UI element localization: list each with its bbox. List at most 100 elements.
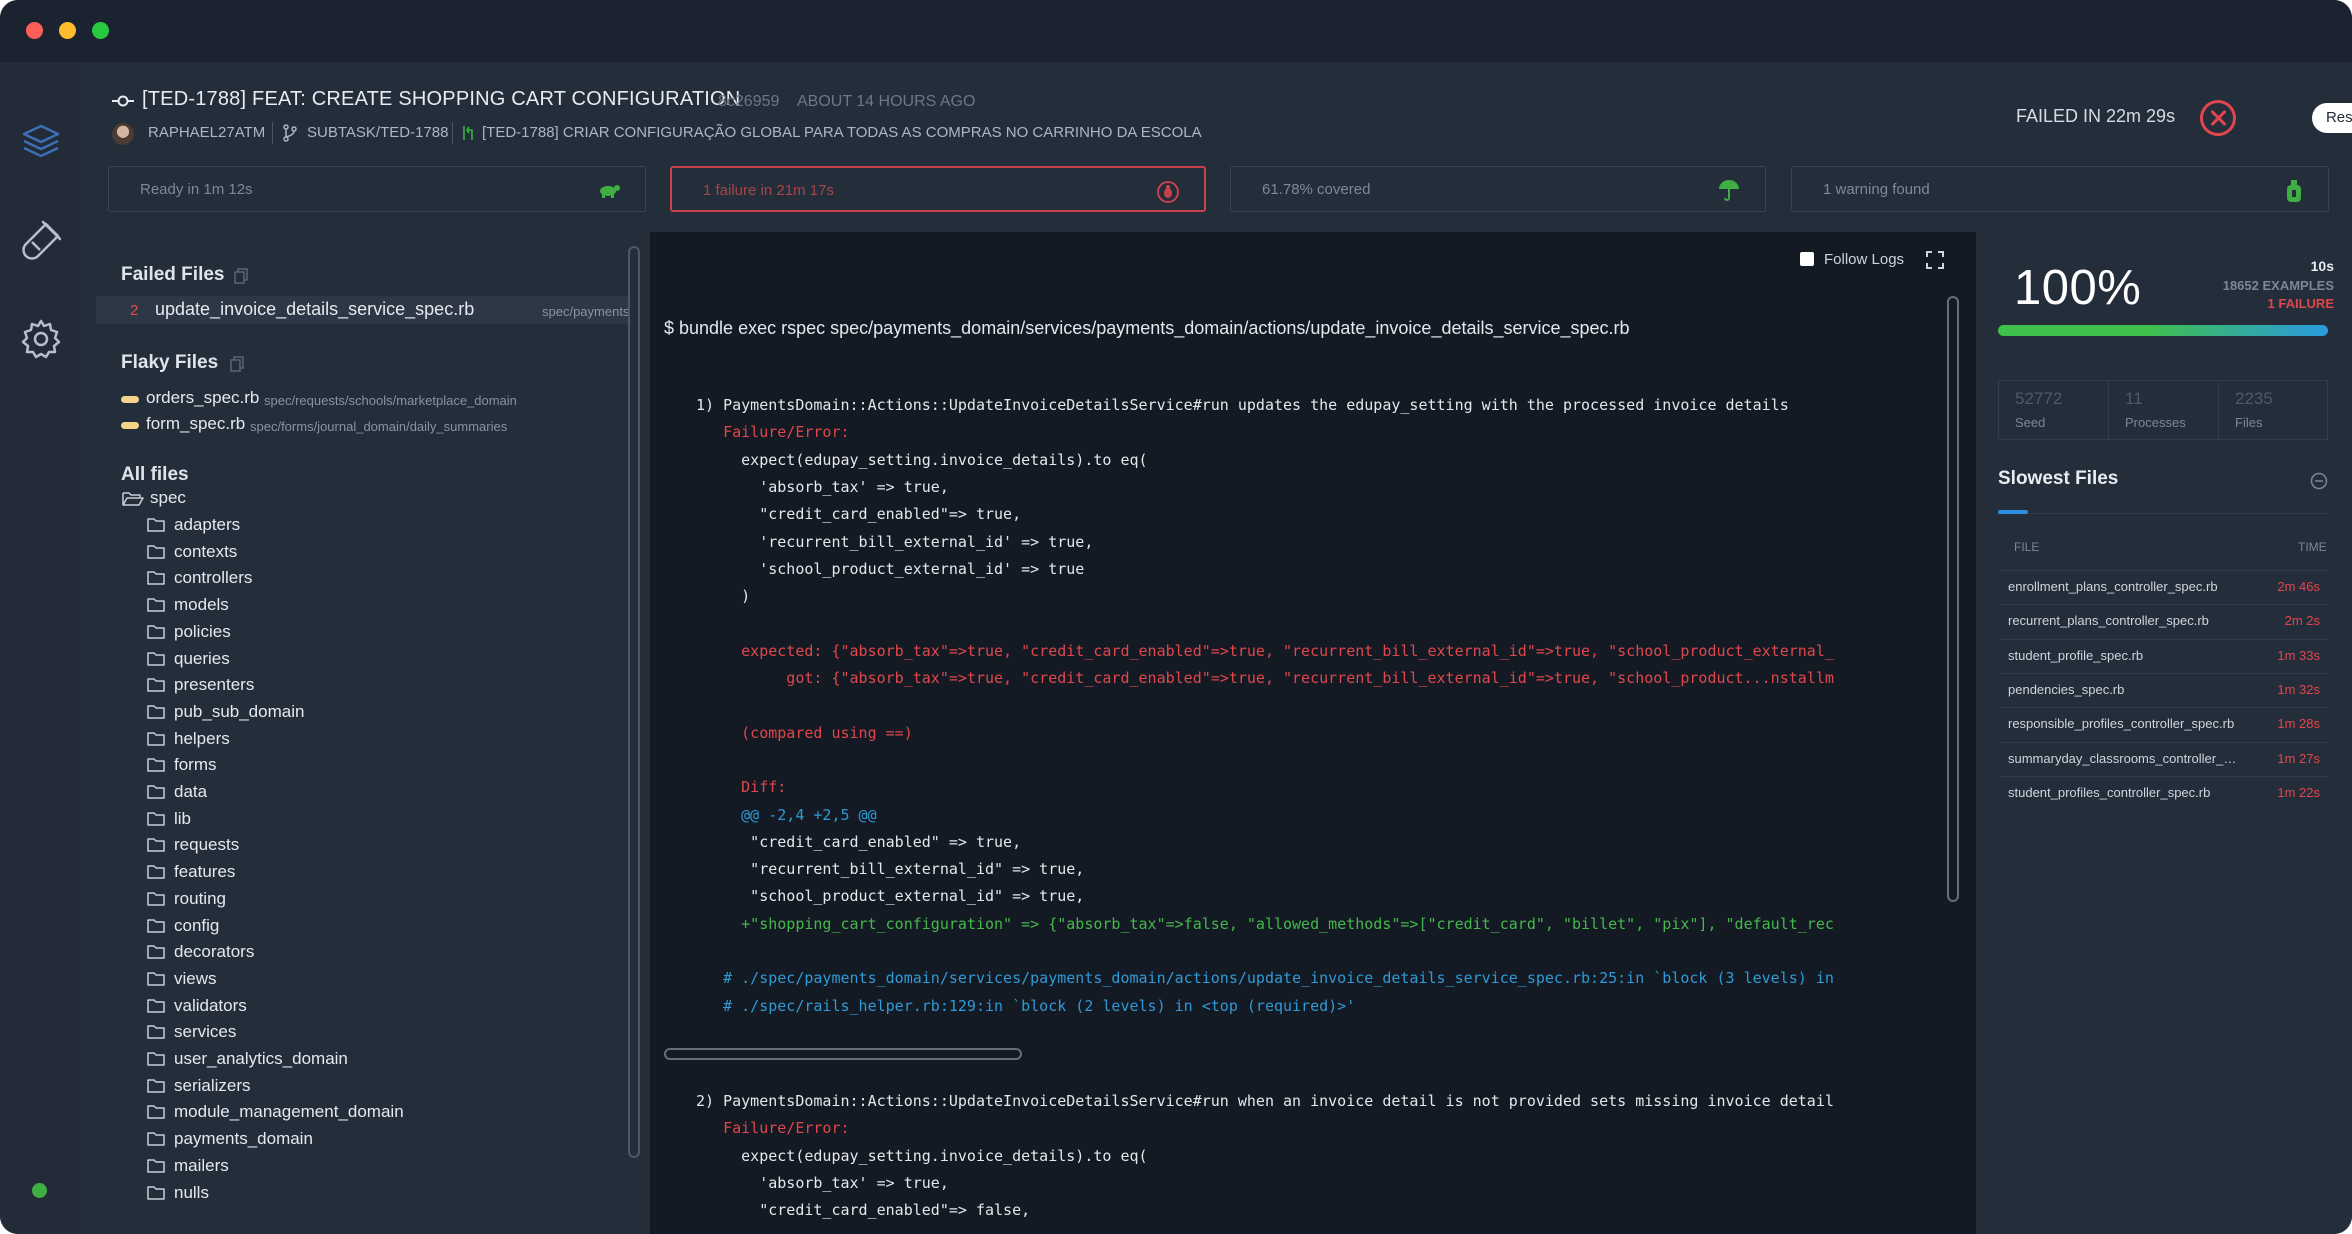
log-horizontal-scrollbar[interactable] bbox=[664, 1048, 1022, 1060]
folder-icon bbox=[147, 1052, 165, 1066]
flaky-file-name[interactable]: form_spec.rb bbox=[146, 414, 245, 434]
status-card-failure[interactable]: 1 failure in 21m 17s bbox=[670, 166, 1206, 212]
all-files-heading: All files bbox=[121, 464, 189, 485]
follow-logs-label: Follow Logs bbox=[1824, 251, 1905, 268]
commit-sha[interactable]: 8c26959 bbox=[718, 93, 779, 111]
test-tube-icon[interactable] bbox=[18, 218, 64, 264]
folder-label: routing bbox=[174, 888, 226, 908]
slowest-file-row[interactable]: summaryday_classrooms_controller_spec.rb… bbox=[1998, 741, 2328, 776]
log-line: # ./spec/rails_helper.rb:129:in `block (… bbox=[696, 996, 1356, 1015]
gear-icon[interactable] bbox=[18, 316, 64, 362]
layers-icon[interactable] bbox=[18, 120, 64, 166]
close-window-button[interactable] bbox=[26, 22, 43, 39]
log-line: "credit_card_enabled"=> true, bbox=[696, 505, 1022, 524]
build-title[interactable]: [TED-1788] FEAT: CREATE SHOPPING CART CO… bbox=[142, 88, 740, 111]
stat-value: 11 bbox=[2125, 389, 2143, 408]
slowest-file-row[interactable]: student_profiles_controller_spec.rb 1m 22… bbox=[1998, 775, 2328, 810]
log-line: "school_product_external_id" => true, bbox=[696, 887, 1085, 906]
slowest-file-row[interactable]: enrollment_plans_controller_spec.rb 2m 46… bbox=[1998, 570, 2328, 604]
sidebar-scrollbar[interactable] bbox=[628, 246, 640, 1158]
log-vertical-scrollbar[interactable] bbox=[1947, 296, 1959, 902]
folder-icon bbox=[147, 1159, 165, 1173]
status-card-label: 1 failure in 21m 17s bbox=[703, 182, 834, 199]
build-header: [TED-1788] FEAT: CREATE SHOPPING CART CO… bbox=[82, 62, 2352, 232]
tree-root-label: spec bbox=[150, 488, 186, 507]
pull-request-title[interactable]: [TED-1788] CRIAR CONFIGURAÇÃO GLOBAL PAR… bbox=[482, 124, 1202, 141]
folder-label: models bbox=[174, 595, 229, 615]
folder-icon bbox=[147, 544, 165, 559]
author-name[interactable]: RAPHAEL27ATM bbox=[148, 124, 265, 141]
build-time-ago: ABOUT 14 HOURS AGO bbox=[797, 93, 976, 110]
failed-file-name[interactable]: update_invoice_details_service_spec.rb bbox=[155, 299, 474, 320]
folder-icon bbox=[147, 1185, 165, 1200]
flaky-file-name[interactable]: orders_spec.rb bbox=[146, 388, 259, 408]
stat-value: 52772 bbox=[2015, 389, 2063, 408]
log-line: 'recurrent_bill_external_id' => true, bbox=[696, 532, 1094, 551]
restart-button[interactable]: Restart ▾ bbox=[2312, 103, 2352, 133]
zoom-window-button[interactable] bbox=[92, 22, 109, 39]
folder-label: decorators bbox=[174, 942, 255, 962]
folder-label: features bbox=[174, 862, 236, 882]
minimize-window-button[interactable] bbox=[59, 22, 76, 39]
failed-status-icon bbox=[2200, 100, 2236, 136]
folder-label: config bbox=[174, 915, 220, 935]
folder-icon bbox=[147, 918, 165, 933]
flaky-file-path: spec/forms/journal_domain/daily_summarie… bbox=[250, 419, 508, 434]
folder-open-icon bbox=[122, 492, 144, 506]
stat-label: Seed bbox=[2015, 415, 2046, 430]
folder-icon bbox=[147, 731, 165, 746]
copy-icon[interactable] bbox=[234, 268, 248, 284]
folder-label: module_management_domain bbox=[174, 1102, 404, 1122]
status-card-label: 1 warning found bbox=[1823, 181, 1930, 198]
stat-files: 2235 Files bbox=[2219, 381, 2327, 439]
copy-icon[interactable] bbox=[230, 356, 244, 372]
folder-icon bbox=[147, 865, 165, 879]
run-duration: 10s bbox=[2310, 258, 2334, 274]
status-card-label: Ready in 1m 12s bbox=[140, 181, 253, 198]
slowest-file-time: 1m 33s bbox=[2277, 647, 2320, 663]
folder-label: mailers bbox=[174, 1155, 229, 1175]
log-line: expected: {"absorb_tax"=>true, "credit_c… bbox=[696, 641, 1834, 660]
log-line: Failure/Error: bbox=[696, 423, 850, 442]
log-line: "credit_card_enabled"=> false, bbox=[696, 1201, 1031, 1220]
status-card-coverage[interactable]: 61.78% covered bbox=[1230, 166, 1766, 212]
connection-status-dot bbox=[32, 1183, 47, 1198]
log-line: got: {"absorb_tax"=>true, "credit_card_e… bbox=[696, 669, 1834, 687]
slowest-file-row[interactable]: recurrent_plans_controller_spec.rb 2m 2s bbox=[1998, 604, 2328, 638]
column-header-file[interactable]: FILE bbox=[2014, 540, 2039, 554]
status-card-warnings[interactable]: 1 warning found bbox=[1791, 166, 2329, 212]
commit-icon bbox=[112, 95, 134, 107]
folder-label: payments_domain bbox=[174, 1129, 313, 1149]
branch-name[interactable]: SUBTASK/TED-1788 bbox=[307, 124, 448, 141]
stat-label: Files bbox=[2235, 415, 2263, 430]
folder-icon bbox=[147, 1025, 165, 1040]
slowest-file-row[interactable]: student_profile_spec.rb 1m 33s bbox=[1998, 638, 2328, 673]
folder-icon bbox=[147, 945, 165, 959]
column-header-time[interactable]: TIME bbox=[2298, 540, 2327, 554]
fullscreen-icon[interactable] bbox=[1925, 250, 1945, 270]
slowest-files-heading: Slowest Files bbox=[1998, 468, 2119, 489]
folder-icon bbox=[147, 518, 165, 532]
log-line: @@ -2,4 +2,5 @@ bbox=[696, 805, 877, 824]
follow-logs-checkbox[interactable] bbox=[1800, 252, 1814, 266]
log-line: # ./spec/payments_domain/services/paymen… bbox=[696, 969, 1834, 988]
log-line: "credit_card_enabled" => true, bbox=[696, 832, 1022, 851]
collapse-icon[interactable] bbox=[2310, 472, 2328, 490]
slowest-file-row[interactable]: pendencies_spec.rb 1m 32s bbox=[1998, 672, 2328, 707]
slowest-file-row[interactable]: responsible_profiles_controller_spec.rb 1… bbox=[1998, 707, 2328, 741]
pull-request-icon bbox=[463, 126, 473, 140]
build-status: FAILED IN 22m 29s bbox=[2016, 106, 2176, 126]
log-line: Diff: bbox=[696, 778, 787, 797]
flaky-file-path: spec/requests/schools/marketplace_domain bbox=[264, 393, 517, 408]
log-panel: Follow Logs $ bundle exec rspec spec/pay… bbox=[650, 232, 1976, 1234]
folder-icon bbox=[147, 571, 165, 586]
status-card-ready[interactable]: Ready in 1m 12s bbox=[108, 166, 646, 212]
slowest-file-time: 1m 22s bbox=[2277, 784, 2320, 800]
folder-icon bbox=[147, 1105, 165, 1120]
folder-icon bbox=[147, 892, 165, 906]
folder-icon bbox=[147, 972, 165, 986]
slowest-file-name: student_profile_spec.rb bbox=[2008, 647, 2144, 663]
stat-processes: 11 Processes bbox=[2109, 381, 2219, 439]
slowest-file-time: 2m 46s bbox=[2277, 579, 2320, 594]
log-line: 'absorb_tax' => true, bbox=[696, 477, 949, 496]
